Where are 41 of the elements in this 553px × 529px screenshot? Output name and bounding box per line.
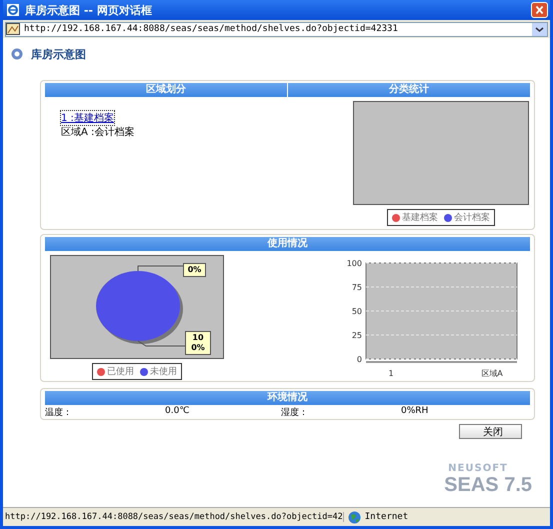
data-label: 100% [185, 331, 211, 355]
tick-label: 25 [352, 331, 362, 340]
tick-label: 100 [346, 259, 362, 268]
window-title: 库房示意图 -- 网页对话框 [25, 2, 153, 18]
tick-label: 0 [356, 355, 362, 364]
zone-text: 区域A :会计档案 [61, 126, 134, 139]
address-field[interactable]: http://192.168.167.44:8088/seas/seas/method/shelves.do?objectid=42331 [5, 22, 548, 36]
close-icon[interactable] [531, 2, 548, 18]
reading-value: 0.0℃ [165, 406, 190, 418]
legend-label: 未使用 [150, 366, 177, 378]
leader-line [138, 340, 186, 346]
data-label: 0% [183, 263, 206, 277]
legend-label: 基建档案 [402, 211, 438, 224]
url-text: http://192.168.167.44:8088/seas/seas/method/shelves.do?objectid=42331 [24, 24, 399, 34]
browser-icon [6, 3, 20, 17]
reading-label: 温度： [45, 406, 73, 419]
reading-label: 湿度： [281, 406, 309, 419]
section-header: 区域划分 [45, 83, 287, 97]
globe-icon [348, 510, 361, 524]
legend-label: 已使用 [107, 366, 134, 378]
close-button[interactable]: 关闭 [459, 424, 522, 439]
legend-label: 会计档案 [454, 211, 490, 224]
leader-line [138, 266, 184, 272]
reading-value: 0%RH [401, 406, 430, 418]
brand-name: NEUSOFT [448, 463, 508, 474]
zone-link[interactable]: 1 :基建档案 [61, 111, 114, 125]
status-url: http://192.168.167.44:8088/seas/seas/method/shelves.do?objectid=42 [3, 512, 344, 522]
tick-label: 50 [352, 307, 362, 316]
section-header: 使用情况 [45, 237, 530, 251]
legend-dot [97, 368, 105, 376]
zone-label: Internet [364, 512, 410, 522]
page-icon [6, 23, 20, 35]
tick-label: 75 [352, 283, 362, 292]
category-label: 1 [388, 369, 394, 378]
ring-icon [11, 48, 23, 60]
product-name: SEAS 7.5 [444, 474, 532, 497]
section-header: 环境情况 [45, 391, 530, 405]
legend-dot [140, 368, 148, 376]
section-header: 分类统计 [288, 83, 530, 97]
category-label: 区域A [481, 369, 503, 378]
page-title: 库房示意图 [31, 46, 86, 62]
